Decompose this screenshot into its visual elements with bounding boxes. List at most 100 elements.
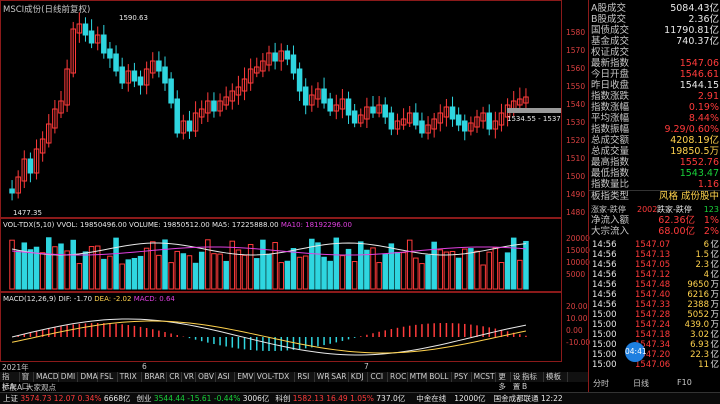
clock-badge[interactable]: 04:41: [625, 342, 647, 362]
volume-bar: [296, 256, 303, 290]
indicator-tab[interactable]: VOL-TDX: [255, 372, 296, 382]
y-tick: 1540: [566, 100, 586, 109]
candle-body: [137, 76, 144, 86]
quote-label: 平均涨幅: [591, 113, 630, 124]
indicator-tab[interactable]: FSL: [98, 372, 118, 382]
quote-label: 昨日收盘: [591, 80, 630, 91]
candle-body: [119, 66, 125, 84]
indicator-tab[interactable]: ROC: [388, 372, 408, 382]
price-chart-pane[interactable]: MSCI成份(日线前复权) 1590.63 1477.35 1534.55 - 15…: [0, 0, 562, 218]
indicator-tab[interactable]: VR: [182, 372, 196, 382]
tick-vol: 439.0: [684, 320, 709, 330]
volume-bar: [174, 250, 180, 290]
indicator-tab[interactable]: MCST: [472, 372, 497, 382]
indicator-tab[interactable]: WR: [315, 372, 329, 382]
quote-label: 指数量比: [591, 179, 630, 190]
indicator-tab[interactable]: 指标A: [0, 372, 20, 391]
indicator-tab[interactable]: 窗口: [20, 372, 34, 391]
indicator-tab[interactable]: TRIX: [118, 372, 143, 382]
tab-intraday[interactable]: 分时: [593, 378, 609, 389]
y-tick: 20000: [566, 234, 590, 243]
volume-bar: [39, 252, 46, 290]
quote-value: 风格 成份股中: [658, 191, 719, 202]
candle-body: [486, 112, 492, 130]
tab-daily[interactable]: 日线: [633, 378, 649, 389]
tick-vol: 4: [703, 270, 709, 280]
macd-histogram[interactable]: [1, 293, 561, 361]
indicator-tab[interactable]: BRAR: [142, 372, 168, 382]
volume-bar: [168, 262, 174, 290]
macd-pane[interactable]: MACD(12,26,9) DIF: -1.70 DEA: -2.02 MACD…: [0, 292, 562, 362]
quote-value: 5084.43亿: [670, 3, 719, 14]
status-index[interactable]: 科创 1582.13 16.49 1.05% 737.0亿: [275, 394, 405, 403]
indicator-tab[interactable]: MACD: [34, 372, 59, 382]
price-candles[interactable]: 1590.63 1477.35 1534.55 - 1537.10: [1, 1, 561, 217]
tick-unit: 亿: [710, 270, 719, 280]
volume-bar: [474, 250, 480, 290]
y-tick: 1530: [566, 118, 586, 127]
quote-value: 1552.76: [679, 157, 719, 168]
volume-bar: [15, 250, 21, 290]
volume-pane[interactable]: VOL-TDX(5,10) VVOL: 19850496.00 VOLUME: …: [0, 218, 562, 292]
status-val: 3574.73: [20, 394, 52, 403]
candle-body: [211, 100, 217, 112]
indicator-tab[interactable]: EMV: [235, 372, 255, 382]
indicator-tab[interactable]: 更多: [496, 372, 511, 391]
status-right: 中金在线: [416, 394, 447, 403]
tick-row: 15:00 1547.24 439.0 万: [589, 320, 720, 330]
candle-body: [272, 52, 278, 62]
status-index[interactable]: 上证 3574.73 12.07 0.34% 6668亿: [3, 394, 130, 403]
quote-label: 最低指数: [591, 168, 630, 179]
tick-row: 14:56 1547.40 6216 万: [589, 290, 720, 300]
candle-body: [27, 158, 34, 174]
volume-bar: [260, 239, 266, 290]
indicator-tab[interactable]: PSY: [452, 372, 472, 382]
volume-bar: [119, 263, 125, 290]
quote-label: 最高指数: [591, 157, 630, 168]
candle-body: [82, 23, 89, 36]
tab-f10[interactable]: F10: [677, 378, 692, 387]
date-axis: 2021年 6 7: [0, 362, 562, 372]
quote-row: 指数量比 1.16: [589, 179, 720, 190]
indicator-tab[interactable]: KDJ: [349, 372, 369, 382]
quote-value: 1547.06: [679, 58, 719, 69]
indicator-tab[interactable]: ASI: [216, 372, 236, 382]
indicator-tab[interactable]: OBV: [196, 372, 216, 382]
volume-bar: [517, 259, 523, 290]
flow-value: 68.00亿: [658, 226, 695, 237]
volume-bars[interactable]: [1, 219, 561, 291]
volume-bar: [198, 251, 205, 290]
flow-pct: 2%: [703, 226, 719, 237]
quote-row: 最低指数 1543.47: [589, 168, 720, 179]
indicator-tab[interactable]: RSI: [295, 372, 315, 382]
volume-bar: [351, 261, 358, 290]
volume-bar: [266, 253, 272, 290]
status-right: 国金成都联通 12:22: [493, 394, 563, 403]
volume-bar: [321, 256, 327, 290]
y-tick: 0.00: [566, 326, 583, 335]
flow-row: 大宗流入 68.00亿 2%: [589, 226, 720, 237]
indicator-tab[interactable]: CCI: [368, 372, 388, 382]
volume-bar: [247, 243, 254, 290]
indicator-tab[interactable]: BOLL: [427, 372, 452, 382]
candle-body: [455, 114, 462, 126]
volume-bar: [235, 249, 242, 290]
volume-bar: [70, 239, 76, 290]
indicator-tab[interactable]: MTM: [408, 372, 428, 382]
indicator-tab[interactable]: DMI: [59, 372, 79, 382]
updown-v3: 123: [703, 205, 719, 214]
tick-row: 14:56 1547.13 1.5 亿: [589, 250, 720, 260]
quote-value: 1546.61: [679, 69, 719, 80]
indicator-tab[interactable]: DMA: [78, 372, 98, 382]
indicator-tab[interactable]: SAR: [329, 372, 349, 382]
tick-vol: 22.3: [690, 350, 709, 360]
y-tick: 1490: [566, 190, 586, 199]
candle-body: [88, 30, 95, 44]
volume-bar: [107, 255, 113, 290]
right-tab[interactable]: 指标B: [520, 372, 544, 391]
indicator-tab[interactable]: CR: [167, 372, 182, 382]
right-tab[interactable]: 模板: [544, 372, 568, 382]
y-tick: 5000: [566, 270, 586, 279]
status-index[interactable]: 创业 3544.44 -15.61 -0.44% 3006亿: [136, 394, 269, 403]
low-label: 1477.35: [13, 209, 42, 217]
